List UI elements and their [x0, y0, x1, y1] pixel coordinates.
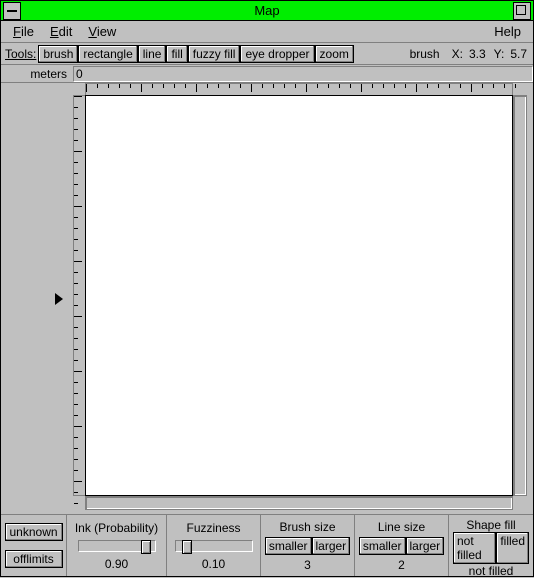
brush-size-label: Brush size	[279, 520, 335, 534]
tool-fill[interactable]: fill	[166, 45, 187, 63]
shape-not-filled-button[interactable]: not filled	[453, 532, 496, 564]
tool-line[interactable]: line	[138, 45, 167, 63]
unknown-button[interactable]: unknown	[5, 523, 63, 541]
ink-slider[interactable]	[78, 540, 156, 552]
line-size-value: 2	[398, 558, 405, 572]
ruler-origin-row: meters 0	[1, 65, 533, 83]
tool-eye-dropper[interactable]: eye dropper	[240, 45, 314, 63]
line-smaller-button[interactable]: smaller	[359, 537, 406, 555]
horizontal-ruler	[85, 83, 513, 95]
tools-label: Tools:	[3, 47, 38, 61]
menu-help[interactable]: Help	[486, 22, 529, 41]
y-value: 5.7	[510, 47, 531, 61]
canvas[interactable]	[85, 95, 513, 496]
maximize-icon[interactable]	[513, 2, 531, 20]
line-larger-button[interactable]: larger	[406, 537, 445, 555]
titlebar[interactable]: Map	[1, 1, 533, 21]
line-size-label: Line size	[378, 520, 425, 534]
x-label: X:	[446, 47, 469, 61]
x-value: 3.3	[469, 47, 488, 61]
tool-brush[interactable]: brush	[38, 45, 78, 63]
tool-zoom[interactable]: zoom	[315, 45, 354, 63]
menubar: File Edit View Help	[1, 21, 533, 43]
menu-edit[interactable]: Edit	[42, 22, 80, 41]
caret-right-icon[interactable]	[55, 293, 63, 305]
window-title: Map	[21, 3, 513, 18]
ink-label: Ink (Probability)	[75, 521, 158, 535]
shape-fill-value: not filled	[469, 564, 514, 578]
menu-view[interactable]: View	[80, 22, 124, 41]
current-tool: brush	[404, 47, 446, 61]
shape-fill-label: Shape fill	[466, 518, 515, 532]
vertical-ruler	[73, 95, 85, 496]
brush-size-value: 3	[304, 558, 311, 572]
y-label: Y:	[488, 47, 511, 61]
fuzziness-slider[interactable]	[175, 540, 253, 552]
fuzziness-value: 0.10	[202, 557, 225, 571]
tool-fuzzy-fill[interactable]: fuzzy fill	[188, 45, 241, 63]
brush-larger-button[interactable]: larger	[312, 537, 351, 555]
shape-filled-button[interactable]: filled	[496, 532, 529, 564]
left-gutter	[1, 83, 73, 514]
tool-rectangle[interactable]: rectangle	[78, 45, 137, 63]
menu-file[interactable]: File	[5, 22, 42, 41]
canvas-area	[1, 83, 533, 514]
vertical-scrollbar[interactable]	[513, 95, 527, 496]
unit-label: meters	[1, 67, 73, 81]
offlimits-button[interactable]: offlimits	[5, 550, 63, 568]
bottom-panel: unknown offlimits Ink (Probability) 0.90…	[1, 514, 533, 576]
horizontal-scrollbar[interactable]	[85, 496, 513, 510]
ink-value: 0.90	[105, 557, 128, 571]
fuzziness-label: Fuzziness	[186, 521, 240, 535]
system-menu-icon[interactable]	[3, 2, 21, 20]
toolbar: Tools: brush rectangle line fill fuzzy f…	[1, 43, 533, 65]
ruler-origin-input[interactable]: 0	[73, 66, 533, 82]
window: Map File Edit View Help Tools: brush rec…	[0, 0, 534, 577]
brush-smaller-button[interactable]: smaller	[265, 537, 312, 555]
